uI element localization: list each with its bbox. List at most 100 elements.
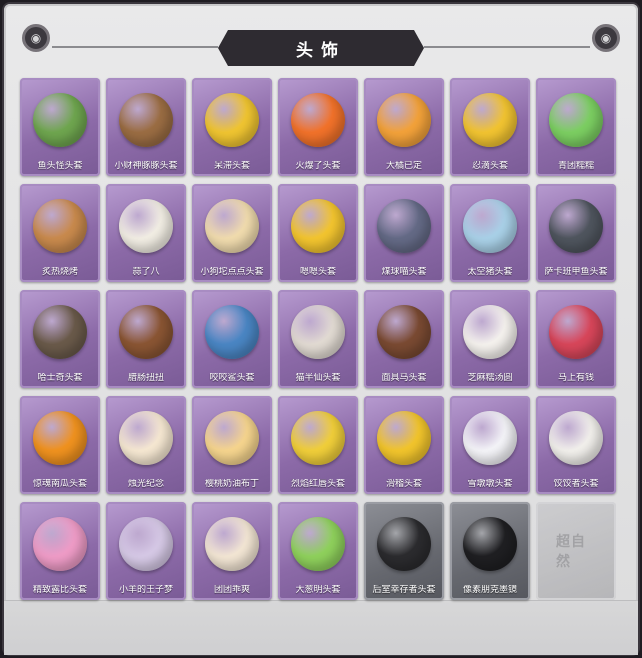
left-ornament-icon: ◉	[22, 24, 50, 52]
headwear-item[interactable]: 后室幸存者头套	[364, 502, 444, 600]
pudding-icon	[205, 411, 259, 465]
pixel-sunglasses-icon	[463, 517, 517, 571]
fish-head-mask-icon	[33, 93, 87, 147]
headwear-item[interactable]: 煤球喵头套	[364, 184, 444, 282]
headwear-item[interactable]: 萨卡班甲鱼头套	[536, 184, 616, 282]
smiling-face-icon	[291, 199, 345, 253]
headwear-item[interactable]: 精致露比头套	[20, 502, 100, 600]
puppy-face-icon	[205, 199, 259, 253]
husky-sunglasses-icon	[33, 305, 87, 359]
red-horse-icon	[549, 305, 603, 359]
gas-mask-helmet-icon	[377, 517, 431, 571]
headwear-item[interactable]: 呆滞头套	[192, 78, 272, 176]
headwear-item-label: 萨卡班甲鱼头套	[544, 267, 608, 277]
bbq-meat-icon	[33, 199, 87, 253]
headwear-item[interactable]: 哈士奇头套	[20, 290, 100, 388]
headwear-item-label: 蒜了八	[132, 267, 160, 277]
holding-tears-face-icon	[463, 93, 517, 147]
headwear-item-label: 煤球喵头套	[381, 267, 427, 277]
sheep-crown-icon	[119, 517, 173, 571]
headwear-item-label: 像素朋克墨镜	[462, 585, 517, 595]
headwear-item-label: 忍滴头套	[471, 161, 508, 171]
headwear-item-label: 饺饺者头套	[553, 479, 599, 489]
watermark-logo: 超自然	[556, 534, 586, 570]
headwear-item-label: 炙热烧烤	[41, 267, 78, 277]
headwear-item[interactable]: 小财神豚豚头套	[106, 78, 186, 176]
headwear-item-label: 大葱明头套	[295, 585, 341, 595]
dazed-face-icon	[205, 93, 259, 147]
headwear-item-label: 嗯嗯头套	[299, 267, 336, 277]
headwear-item-label: 雪墩墩头套	[467, 479, 513, 489]
headwear-item-label: 鱼头怪头套	[37, 161, 83, 171]
headwear-item[interactable]: 忍滴头套	[450, 78, 530, 176]
headwear-item[interactable]: 大橘已定	[364, 78, 444, 176]
headwear-item[interactable]: 炙热烧烤	[20, 184, 100, 282]
headwear-item[interactable]: 嗯嗯头套	[278, 184, 358, 282]
headwear-item[interactable]: 烈焰红唇头套	[278, 396, 358, 494]
headwear-item[interactable]: 芝麻糯汤圆	[450, 290, 530, 388]
headwear-item[interactable]: 小羊的王子梦	[106, 502, 186, 600]
headwear-item-label: 樱桃奶油布丁	[204, 479, 259, 489]
headwear-item-label: 呆滞头套	[213, 161, 250, 171]
headwear-item-label: 咬咬鲨头套	[209, 373, 255, 383]
scallion-icon	[291, 517, 345, 571]
space-shark-icon	[463, 199, 517, 253]
headwear-item[interactable]: 雪墩墩头套	[450, 396, 530, 494]
headwear-item[interactable]: 烛光纪念	[106, 396, 186, 494]
sakabanbaspis-fish-icon	[549, 199, 603, 253]
dachshund-icon	[119, 305, 173, 359]
headwear-item[interactable]: 樱桃奶油布丁	[192, 396, 272, 494]
headwear-item[interactable]: 猫半仙头套	[278, 290, 358, 388]
headwear-item-label: 太空猪头套	[467, 267, 513, 277]
pink-pig-glasses-icon	[33, 517, 87, 571]
headwear-item[interactable]: 鱼头怪头套	[20, 78, 100, 176]
headwear-item: 超自然	[536, 502, 616, 600]
headwear-item-label: 腊肠扭扭	[127, 373, 164, 383]
title-rule-right	[424, 46, 590, 48]
horse-mask-icon	[377, 305, 431, 359]
headwear-item-label: 小财神豚豚头套	[114, 161, 178, 171]
headwear-item[interactable]: 蒜了八	[106, 184, 186, 282]
panel-footer	[4, 600, 638, 655]
headwear-item-label: 猫半仙头套	[295, 373, 341, 383]
garlic-icon	[119, 199, 173, 253]
headwear-item[interactable]: 青团糯糯	[536, 78, 616, 176]
headwear-item[interactable]: 马上有钱	[536, 290, 616, 388]
headwear-item[interactable]: 面具马头套	[364, 290, 444, 388]
headwear-item[interactable]: 咬咬鲨头套	[192, 290, 272, 388]
pumpkin-icon	[33, 411, 87, 465]
flame-face-icon	[291, 93, 345, 147]
page-title: 头饰	[218, 30, 424, 66]
headwear-item[interactable]: 滑稽头套	[364, 396, 444, 494]
headwear-item-label: 烈焰红唇头套	[290, 479, 345, 489]
headwear-item-label: 火爆了头套	[295, 161, 341, 171]
gray-cat-icon	[377, 199, 431, 253]
green-rice-ball-icon	[549, 93, 603, 147]
headwear-item[interactable]: 腊肠扭扭	[106, 290, 186, 388]
headwear-item-label: 惊魂南瓜头套	[32, 479, 87, 489]
capybara-mask-icon	[119, 93, 173, 147]
hamster-icon	[205, 517, 259, 571]
headwear-item[interactable]: 大葱明头套	[278, 502, 358, 600]
funny-face-icon	[377, 411, 431, 465]
headwear-item-label: 小羊的王子梦	[118, 585, 173, 595]
headwear-item-label: 烛光纪念	[127, 479, 164, 489]
snowman-icon	[463, 411, 517, 465]
headwear-item[interactable]: 团团乖爽	[192, 502, 272, 600]
headwear-item-label: 大橘已定	[385, 161, 422, 171]
headwear-item[interactable]: 饺饺者头套	[536, 396, 616, 494]
tangyuan-icon	[463, 305, 517, 359]
headwear-item-label: 精致露比头套	[32, 585, 87, 595]
headwear-item[interactable]: 太空猪头套	[450, 184, 530, 282]
candle-face-icon	[119, 411, 173, 465]
headwear-item[interactable]: 火爆了头套	[278, 78, 358, 176]
headwear-item-label: 滑稽头套	[385, 479, 422, 489]
headwear-item[interactable]: 惊魂南瓜头套	[20, 396, 100, 494]
headwear-item[interactable]: 像素朋克墨镜	[450, 502, 530, 600]
headwear-item-label: 小狗坨点点头套	[200, 267, 264, 277]
headwear-item-label: 马上有钱	[557, 373, 594, 383]
headwear-item-label: 青团糯糯	[557, 161, 594, 171]
cat-sunglasses-icon	[291, 305, 345, 359]
headwear-item-label: 芝麻糯汤圆	[467, 373, 513, 383]
headwear-item[interactable]: 小狗坨点点头套	[192, 184, 272, 282]
